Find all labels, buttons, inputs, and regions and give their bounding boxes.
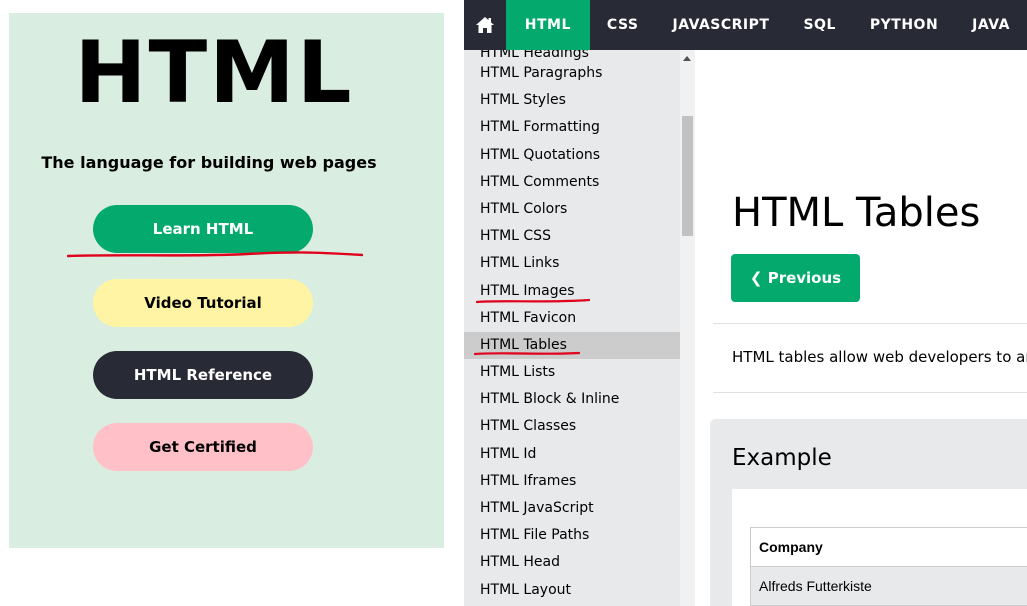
red-annotation-underline (474, 351, 580, 356)
nav-item-javascript[interactable]: JAVASCRIPT (655, 0, 786, 50)
sidebar-item-block-inline[interactable]: HTML Block & Inline (464, 386, 680, 413)
get-certified-button[interactable]: Get Certified (93, 423, 313, 471)
table-header-row: Company (750, 527, 1027, 567)
example-box: Example Company Alfreds Futterkiste (710, 419, 1027, 606)
sidebar-item-styles[interactable]: HTML Styles (464, 87, 680, 114)
scroll-up-arrow-icon[interactable] (683, 56, 691, 61)
page-title: HTML Tables (732, 190, 981, 236)
red-annotation-underline (67, 251, 363, 258)
video-tutorial-button[interactable]: Video Tutorial (93, 279, 313, 327)
sidebar-item-colors[interactable]: HTML Colors (464, 196, 680, 223)
sidebar-item-file-paths[interactable]: HTML File Paths (464, 522, 680, 549)
promo-title: HTML (74, 23, 354, 123)
learn-html-button[interactable]: Learn HTML (93, 205, 313, 253)
divider (713, 392, 1027, 393)
table-cell: Alfreds Futterkiste (750, 566, 1027, 606)
sidebar-item-quotations[interactable]: HTML Quotations (464, 142, 680, 169)
sidebar-item-classes[interactable]: HTML Classes (464, 413, 680, 440)
html-promo-card: HTML The language for building web pages… (9, 13, 444, 548)
divider (713, 323, 1027, 324)
html-reference-button[interactable]: HTML Reference (93, 351, 313, 399)
intro-text: HTML tables allow web developers to arra… (732, 348, 1027, 366)
sidebar-item-javascript[interactable]: HTML JavaScript (464, 495, 680, 522)
nav-item-css[interactable]: CSS (590, 0, 656, 50)
home-icon[interactable] (464, 0, 506, 50)
table-header-cell: Company (750, 527, 1027, 567)
scrollbar-thumb[interactable] (682, 116, 693, 236)
sidebar-item-links[interactable]: HTML Links (464, 250, 680, 277)
sidebar-item-label: HTML Headings (480, 50, 589, 60)
example-heading: Example (732, 445, 832, 471)
promo-subtitle: The language for building web pages (41, 153, 377, 172)
main-content: HTML Tables ❮ Previous HTML tables allow… (695, 50, 1027, 606)
sidebar-menu: HTML Headings HTML Paragraphs HTML Style… (464, 50, 680, 606)
sidebar-item-favicon[interactable]: HTML Favicon (464, 305, 680, 332)
nav-item-html[interactable]: HTML (505, 0, 590, 50)
sidebar-scrollbar[interactable] (680, 50, 695, 606)
sidebar-item-css[interactable]: HTML CSS (464, 223, 680, 250)
sidebar-item-iframes[interactable]: HTML Iframes (464, 468, 680, 495)
nav-item-sql[interactable]: SQL (786, 0, 852, 50)
top-navigation: HTML CSS JAVASCRIPT SQL PYTHON JAVA (464, 0, 1027, 50)
sidebar-item-lists[interactable]: HTML Lists (464, 359, 680, 386)
sidebar-item-headings[interactable]: HTML Headings (464, 50, 680, 60)
example-output: Company Alfreds Futterkiste (732, 489, 1027, 606)
previous-button[interactable]: ❮ Previous (731, 254, 860, 302)
nav-item-python[interactable]: PYTHON (853, 0, 955, 50)
sidebar-item-comments[interactable]: HTML Comments (464, 169, 680, 196)
example-table: Company Alfreds Futterkiste (750, 527, 1027, 606)
sidebar-item-layout[interactable]: HTML Layout (464, 577, 680, 604)
sidebar-item-head[interactable]: HTML Head (464, 549, 680, 576)
screenshot-root: HTML The language for building web pages… (0, 0, 1027, 606)
table-row: Alfreds Futterkiste (750, 566, 1027, 606)
sidebar-item-id[interactable]: HTML Id (464, 441, 680, 468)
sidebar-item-paragraphs[interactable]: HTML Paragraphs (464, 60, 680, 87)
sidebar-item-formatting[interactable]: HTML Formatting (464, 114, 680, 141)
red-annotation-underline (476, 298, 590, 304)
nav-item-java[interactable]: JAVA (955, 0, 1027, 50)
